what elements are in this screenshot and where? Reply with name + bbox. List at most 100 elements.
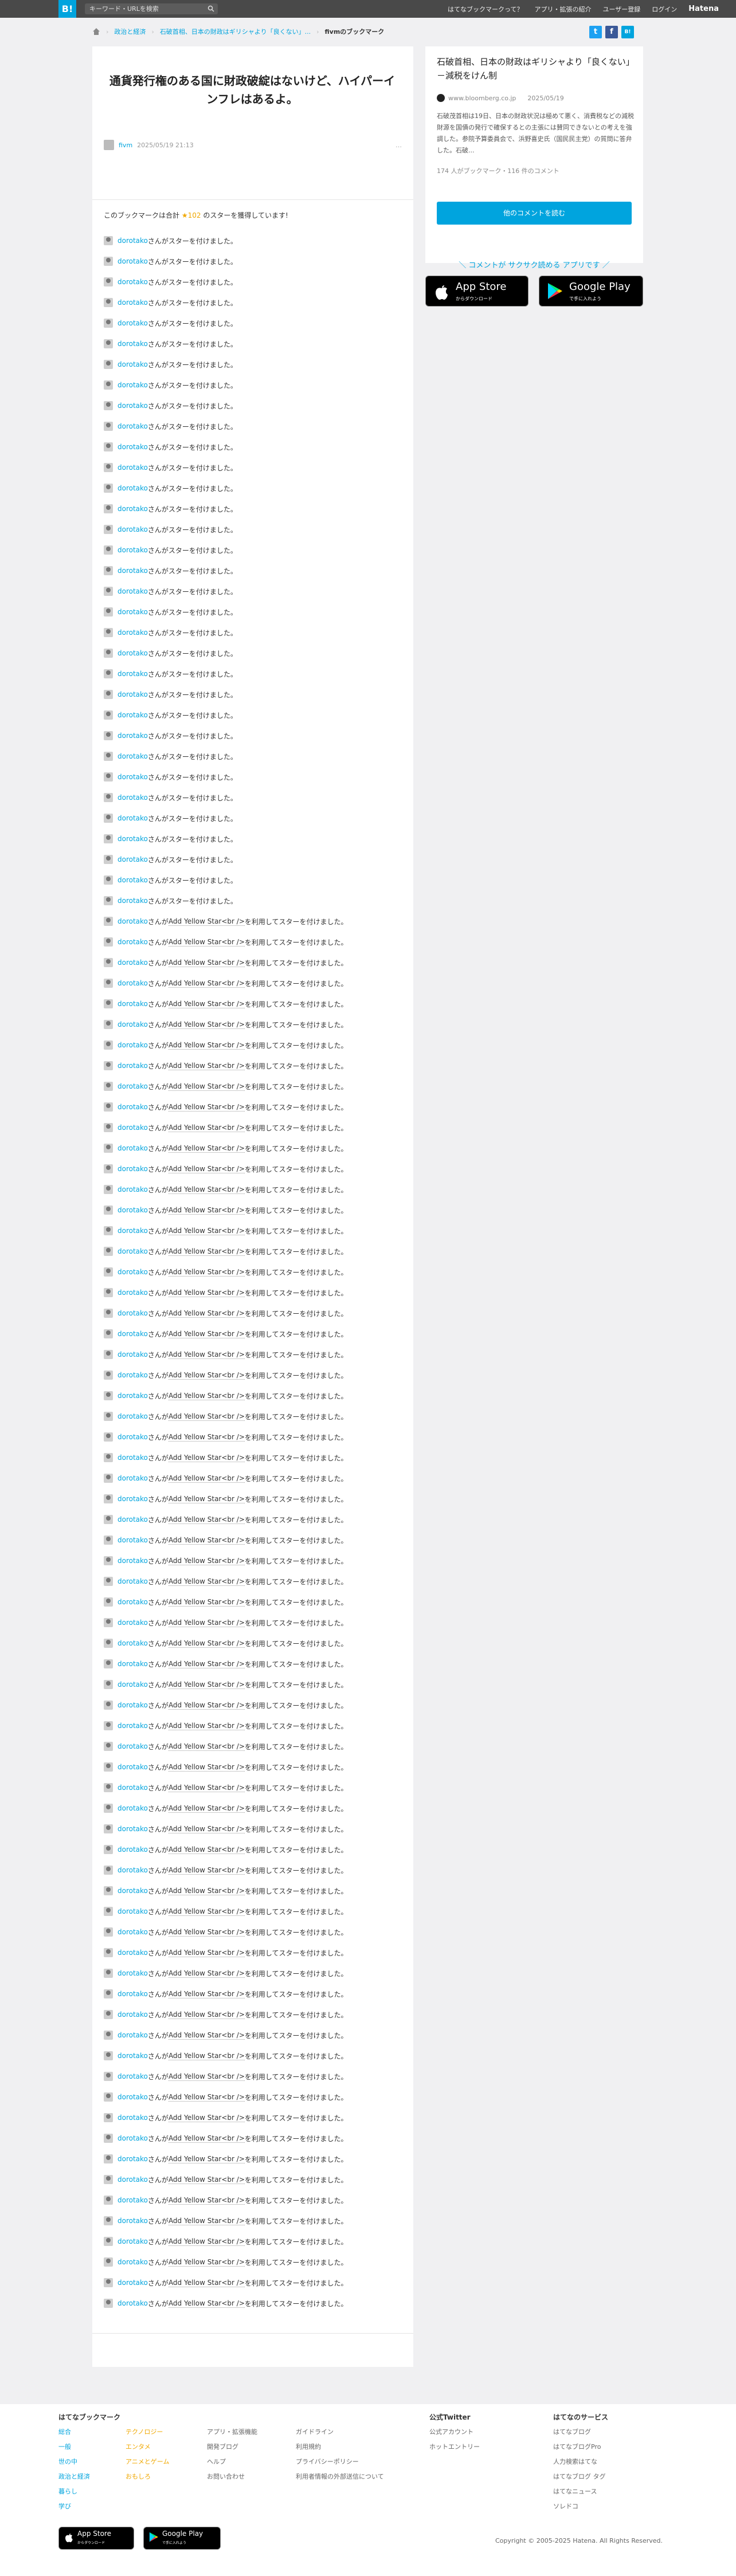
avatar[interactable] — [104, 752, 113, 761]
star-item-name[interactable]: Add Yellow Star<br /> — [168, 2052, 245, 2060]
star-username[interactable]: dorotako — [118, 2093, 148, 2101]
avatar[interactable] — [104, 1329, 113, 1338]
avatar[interactable] — [104, 463, 113, 472]
star-username[interactable]: dorotako — [118, 319, 148, 327]
star-username[interactable]: dorotako — [118, 1185, 148, 1193]
star-username[interactable]: dorotako — [118, 1350, 148, 1358]
entry-domain[interactable]: www.bloomberg.co.jp — [448, 95, 516, 102]
avatar[interactable] — [104, 545, 113, 555]
nav-hatena[interactable]: Hatena — [688, 5, 719, 13]
star-username[interactable]: dorotako — [118, 1330, 148, 1338]
avatar[interactable] — [104, 1020, 113, 1029]
more-icon[interactable]: … — [396, 142, 402, 149]
footer-brand[interactable]: はてなブックマーク — [58, 2412, 120, 2422]
avatar[interactable] — [104, 422, 113, 431]
avatar[interactable] — [104, 1886, 113, 1895]
avatar[interactable] — [104, 1267, 113, 1277]
star-username[interactable]: dorotako — [118, 422, 148, 430]
star-item-name[interactable]: Add Yellow Star<br /> — [168, 1062, 245, 1070]
star-username[interactable]: dorotako — [118, 1268, 148, 1276]
star-username[interactable]: dorotako — [118, 1392, 148, 1400]
footer-link[interactable]: テクノロジー — [126, 2425, 169, 2440]
star-username[interactable]: dorotako — [118, 1454, 148, 1462]
star-item-name[interactable]: Add Yellow Star<br /> — [168, 1949, 245, 1957]
avatar[interactable] — [104, 628, 113, 637]
avatar[interactable] — [104, 649, 113, 658]
avatar[interactable] — [104, 140, 114, 150]
avatar[interactable] — [104, 1659, 113, 1668]
avatar[interactable] — [104, 1618, 113, 1627]
star-username[interactable]: dorotako — [118, 938, 148, 946]
star-username[interactable]: dorotako — [118, 2052, 148, 2060]
star-username[interactable]: dorotako — [118, 814, 148, 822]
avatar[interactable] — [104, 1432, 113, 1442]
avatar[interactable] — [104, 772, 113, 782]
star-username[interactable]: dorotako — [118, 897, 148, 905]
footer-link[interactable]: ソレドコ — [553, 2499, 606, 2514]
star-username[interactable]: dorotako — [118, 1206, 148, 1214]
star-username[interactable]: dorotako — [118, 1144, 148, 1152]
star-username[interactable]: dorotako — [118, 876, 148, 884]
star-username[interactable]: dorotako — [118, 1825, 148, 1833]
avatar[interactable] — [104, 2216, 113, 2225]
avatar[interactable] — [104, 1989, 113, 1998]
footer-link[interactable]: はてなニュース — [553, 2484, 606, 2499]
star-username[interactable]: dorotako — [118, 670, 148, 678]
star-item-name[interactable]: Add Yellow Star<br /> — [168, 1474, 245, 1483]
avatar[interactable] — [104, 2072, 113, 2081]
star-username[interactable]: dorotako — [118, 278, 148, 286]
avatar[interactable] — [104, 1824, 113, 1833]
footer-link[interactable]: 世の中 — [58, 2455, 90, 2469]
star-item-name[interactable]: Add Yellow Star<br /> — [168, 1454, 245, 1462]
avatar[interactable] — [104, 1866, 113, 1875]
star-item-name[interactable]: Add Yellow Star<br /> — [168, 1392, 245, 1400]
avatar[interactable] — [104, 958, 113, 967]
star-username[interactable]: dorotako — [118, 2258, 148, 2266]
avatar[interactable] — [104, 1391, 113, 1400]
avatar[interactable] — [104, 1927, 113, 1937]
avatar[interactable] — [104, 1082, 113, 1091]
star-username[interactable]: dorotako — [118, 1887, 148, 1895]
facebook-share-icon[interactable]: f — [605, 26, 618, 38]
star-item-name[interactable]: Add Yellow Star<br /> — [168, 1619, 245, 1627]
star-username[interactable]: dorotako — [118, 1082, 148, 1090]
avatar[interactable] — [104, 380, 113, 390]
footer-link[interactable]: 公式アカウント — [429, 2425, 480, 2440]
star-username[interactable]: dorotako — [118, 1845, 148, 1854]
star-item-name[interactable]: Add Yellow Star<br /> — [168, 1639, 245, 1648]
footer-link[interactable]: アプリ・拡張機能 — [207, 2425, 257, 2440]
star-item-name[interactable]: Add Yellow Star<br /> — [168, 1742, 245, 1751]
avatar[interactable] — [104, 710, 113, 720]
avatar[interactable] — [104, 2134, 113, 2143]
footer-link[interactable]: 人力検索はてな — [553, 2455, 606, 2469]
avatar[interactable] — [104, 1371, 113, 1380]
star-item-name[interactable]: Add Yellow Star<br /> — [168, 2258, 245, 2267]
avatar[interactable] — [104, 1515, 113, 1524]
star-username[interactable]: dorotako — [118, 1433, 148, 1441]
hatena-share-icon[interactable]: B! — [621, 26, 634, 38]
avatar[interactable] — [104, 319, 113, 328]
star-item-name[interactable]: Add Yellow Star<br /> — [168, 1722, 245, 1730]
footer-link[interactable]: はてなブログ タグ — [553, 2469, 606, 2484]
star-username[interactable]: dorotako — [118, 752, 148, 760]
footer-app-store-badge[interactable]: App Store からダウンロード — [58, 2527, 134, 2550]
star-username[interactable]: dorotako — [118, 1577, 148, 1585]
star-username[interactable]: dorotako — [118, 1804, 148, 1812]
avatar[interactable] — [104, 1577, 113, 1586]
avatar[interactable] — [104, 1102, 113, 1112]
star-item-name[interactable]: Add Yellow Star<br /> — [168, 1185, 245, 1194]
home-icon[interactable] — [92, 28, 100, 36]
star-item-name[interactable]: Add Yellow Star<br /> — [168, 1557, 245, 1565]
star-item-name[interactable]: Add Yellow Star<br /> — [168, 1041, 245, 1050]
star-item-name[interactable]: Add Yellow Star<br /> — [168, 1680, 245, 1689]
avatar[interactable] — [104, 442, 113, 451]
avatar[interactable] — [104, 1288, 113, 1297]
star-username[interactable]: dorotako — [118, 546, 148, 554]
avatar[interactable] — [104, 1804, 113, 1813]
star-username[interactable]: dorotako — [118, 773, 148, 781]
avatar[interactable] — [104, 1144, 113, 1153]
app-store-badge[interactable]: App Store からダウンロード — [425, 276, 528, 307]
star-item-name[interactable]: Add Yellow Star<br /> — [168, 1866, 245, 1875]
avatar[interactable] — [104, 525, 113, 534]
star-item-name[interactable]: Add Yellow Star<br /> — [168, 2299, 245, 2308]
